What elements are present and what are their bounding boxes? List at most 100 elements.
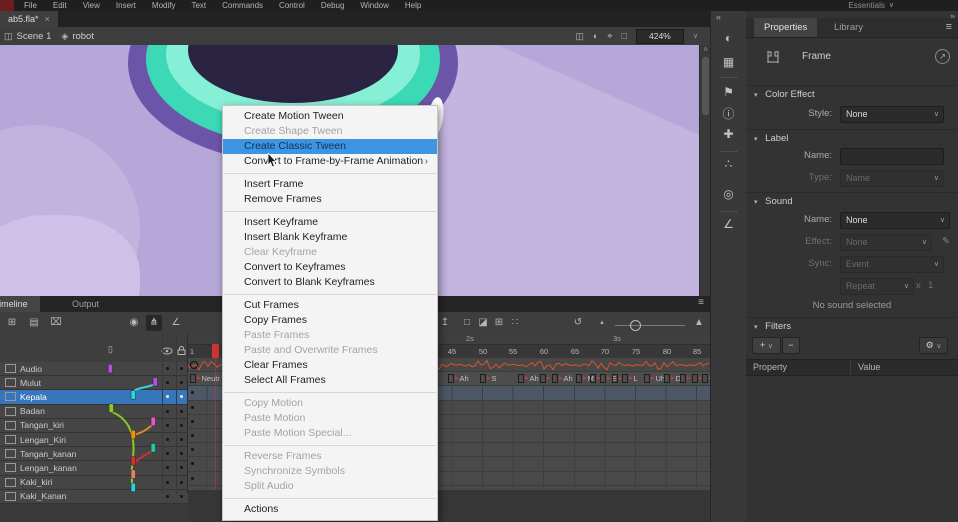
transform-panel-icon[interactable]: ✚ (711, 127, 746, 141)
context-menu-item[interactable]: Select All Frames (223, 373, 437, 388)
zoom-level-input[interactable]: 424% (636, 29, 684, 44)
workspace-switcher[interactable]: Essentials ∨ (848, 1, 894, 10)
panel-menu-icon[interactable]: ≡ (698, 297, 704, 308)
zoom-out-frames-icon[interactable]: ▴ (594, 315, 610, 331)
lipsync-keyframe[interactable]: ▸L (622, 374, 638, 383)
playhead[interactable] (212, 344, 219, 358)
export-frames-button[interactable]: ↥ (437, 315, 453, 331)
camera-button[interactable]: ◉ (126, 315, 142, 331)
lipsync-keyframe[interactable]: ▸Uh (644, 374, 665, 383)
zoom-dropdown-icon[interactable]: ∨ (693, 32, 698, 40)
style-dropdown[interactable]: None ∨ (840, 106, 944, 123)
stage-vertical-scrollbar[interactable]: ∧ (699, 45, 710, 296)
lipsync-keyframe[interactable]: ▸Ah (518, 374, 539, 383)
cc-libraries-icon[interactable]: ◎ (711, 187, 746, 201)
menubar-item-insert[interactable]: Insert (108, 0, 144, 11)
new-folder-button[interactable]: ▤ (26, 315, 42, 331)
menubar-item-help[interactable]: Help (397, 0, 429, 11)
menubar-item-modify[interactable]: Modify (144, 0, 184, 11)
context-menu-item[interactable]: Create Classic Tween (223, 139, 437, 154)
layer-row-tangan_kanan[interactable]: Tangan_kanan (0, 447, 188, 461)
new-layer-button[interactable]: ⊞ (4, 315, 20, 331)
lipsync-keyframe[interactable]: ▸D (664, 374, 681, 383)
layer-row-lengan_kiri[interactable]: Lengan_Kiri (0, 433, 188, 447)
context-menu-item[interactable]: Remove Frames (223, 192, 437, 207)
section-filters[interactable]: ▾ Filters (746, 317, 958, 337)
layer-row-mulut[interactable]: Mulut (0, 376, 188, 390)
scene-breadcrumb[interactable]: Scene 1 (17, 31, 52, 42)
add-filter-button[interactable]: + ∨ (752, 337, 781, 354)
symbol-breadcrumb[interactable]: robot (72, 31, 94, 42)
clip-content-button[interactable]: □ (621, 31, 626, 41)
menubar-item-commands[interactable]: Commands (214, 0, 271, 11)
edit-scene-button[interactable]: ◫ (575, 31, 584, 42)
section-color-effect[interactable]: ▾ Color Effect (746, 85, 958, 105)
menubar-item-control[interactable]: Control (271, 0, 313, 11)
context-menu-item[interactable]: Clear Frames (223, 358, 437, 373)
center-frame-button[interactable]: ⌖ (607, 31, 612, 42)
context-menu-item[interactable]: Convert to Keyframes (223, 260, 437, 275)
context-menu-item[interactable]: Insert Keyframe (223, 215, 437, 230)
panel-menu-icon[interactable]: ≡ (946, 18, 952, 37)
info-panel-icon[interactable]: ⓘ (711, 105, 746, 122)
menubar-item-edit[interactable]: Edit (45, 0, 75, 11)
edit-sound-icon[interactable]: ✎ (942, 236, 950, 247)
graph-view-button[interactable]: ∠ (168, 315, 184, 331)
lipsync-keyframe[interactable]: ▸Ah (552, 374, 573, 383)
modify-markers-button[interactable]: ∷ (507, 315, 523, 331)
onion-skin-button[interactable]: □ (459, 315, 475, 331)
context-menu-item[interactable]: Create Motion Tween (223, 109, 437, 124)
lipsync-keyframe[interactable]: ▸S (480, 374, 497, 383)
context-menu-item[interactable]: Cut Frames (223, 298, 437, 313)
lock-icon[interactable] (177, 346, 186, 355)
lipsync-keyframe[interactable]: ▸S (702, 374, 710, 383)
layer-row-badan[interactable]: Badan (0, 405, 188, 419)
layer-row-kaki_kiri[interactable]: Kaki_kiri (0, 476, 188, 490)
label-name-input[interactable] (840, 148, 944, 165)
swatches-panel-icon[interactable]: ▦ (711, 55, 746, 69)
remove-filter-button[interactable]: − (782, 337, 800, 354)
motion-editor-icon[interactable]: ∠ (711, 217, 746, 231)
sound-name-dropdown[interactable]: None ∨ (840, 212, 950, 229)
frame-zoom-slider-knob[interactable] (630, 320, 641, 331)
section-label[interactable]: ▾ Label (746, 129, 958, 149)
menubar-item-file[interactable]: File (16, 0, 45, 11)
tab-library[interactable]: Library (824, 18, 873, 37)
lipsync-keyframe[interactable]: ▸Ah (448, 374, 469, 383)
context-menu-item[interactable]: Insert Frame (223, 177, 437, 192)
frame-zoom-slider[interactable] (615, 325, 685, 326)
layer-row-lengan_kanan[interactable]: Lengan_kanan (0, 461, 188, 475)
reset-timeline-zoom-button[interactable]: ↺ (570, 315, 586, 331)
menubar-item-view[interactable]: View (75, 0, 108, 11)
document-tab[interactable]: ab5.fla* × (0, 11, 58, 27)
align-panel-icon[interactable]: ⚑ (711, 85, 746, 99)
layer-row-tangan_kiri[interactable]: Tangan_kiri (0, 419, 188, 433)
zoom-in-frames-icon[interactable]: ▲ (691, 315, 707, 331)
collapse-panels-icon[interactable]: « (716, 12, 721, 22)
scrollbar-thumb[interactable] (702, 57, 709, 115)
context-menu-item[interactable]: Copy Frames (223, 313, 437, 328)
tab-timeline[interactable]: Timeline (0, 296, 40, 312)
layer-lock-toggle[interactable] (174, 495, 188, 498)
lipsync-keyframe[interactable]: ▸ (540, 374, 552, 383)
context-menu-item[interactable]: Convert to Frame-by-Frame Animation› (223, 154, 437, 169)
scroll-up-icon[interactable]: ∧ (700, 45, 710, 55)
context-menu-item[interactable]: Insert Blank Keyframe (223, 230, 437, 245)
context-menu-item[interactable]: Actions (223, 502, 437, 517)
tab-properties[interactable]: Properties (754, 18, 817, 37)
tab-output[interactable]: Output (62, 296, 109, 312)
close-icon[interactable]: × (45, 14, 50, 24)
layer-row-audio[interactable]: Audio (0, 362, 188, 376)
onion-outline-button[interactable]: ◪ (475, 315, 491, 331)
menubar-item-window[interactable]: Window (352, 0, 396, 11)
delete-layer-button[interactable]: ⌧ (48, 315, 64, 331)
brushes-panel-icon[interactable]: ∴ (711, 157, 746, 171)
context-menu-item[interactable]: Convert to Blank Keyframes (223, 275, 437, 290)
layer-row-kaki_kanan[interactable]: Kaki_Kanan (0, 490, 188, 504)
color-panel-icon[interactable]: ◐ (711, 31, 746, 45)
filter-options-button[interactable]: ⚙ ∨ (919, 337, 948, 354)
edit-symbols-button[interactable]: ◐ (593, 31, 598, 41)
parent-view-button[interactable]: ⋔ (146, 315, 162, 331)
layer-visibility-toggle[interactable] (160, 495, 174, 498)
edit-multiple-frames-button[interactable]: ⊞ (491, 315, 507, 331)
